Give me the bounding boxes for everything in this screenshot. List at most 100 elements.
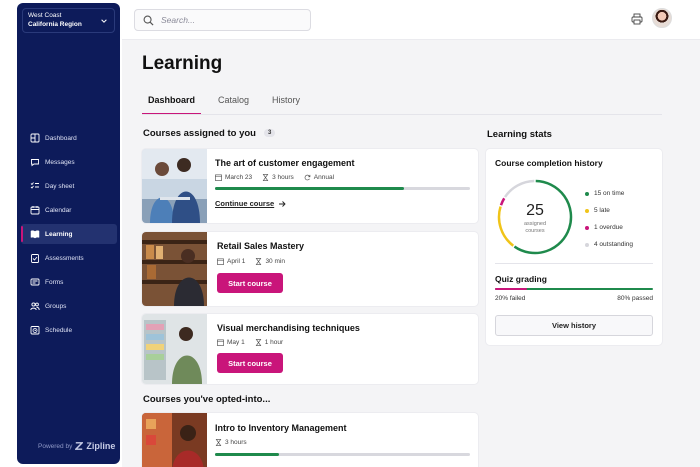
course-date: May 1 [217, 339, 245, 346]
course-title: The art of customer engagement [215, 158, 355, 168]
legend-item: 1 overdue [585, 219, 633, 236]
search-box[interactable] [134, 9, 311, 31]
course-duration-text: 1 hour [264, 339, 284, 346]
chat-bubble-icon [31, 159, 39, 167]
powered-by-brand: Zipline [86, 441, 116, 451]
calendar-icon [217, 339, 224, 346]
quiz-grading-title: Quiz grading [495, 274, 547, 284]
course-duration-text: 30 min [265, 258, 285, 265]
sidebar-item-label: Dashboard [45, 134, 77, 142]
quiz-failed-fill [495, 288, 527, 290]
region-selector[interactable]: West Coast California Region [22, 8, 115, 33]
course-thumbnail [142, 232, 207, 306]
start-course-button[interactable]: Start course [217, 353, 283, 373]
avatar[interactable] [652, 8, 672, 28]
calendar-icon [217, 258, 224, 265]
course-meta: April 1 30 min [217, 258, 295, 265]
clipboard-check-icon [31, 254, 39, 263]
course-thumbnail [142, 314, 207, 384]
sidebar-item-messages[interactable]: Messages [21, 152, 117, 172]
legend-swatch [585, 225, 589, 230]
legend-swatch [585, 242, 589, 247]
page-title: Learning [142, 53, 223, 74]
learning-stats-title: Learning stats [487, 129, 552, 140]
course-meta: 3 hours [215, 439, 257, 446]
sidebar-item-label: Learning [45, 230, 73, 238]
sidebar-item-label: Forms [45, 278, 64, 286]
arrow-right-icon [279, 200, 286, 207]
course-card[interactable]: Intro to Inventory Management 3 hours [142, 413, 478, 467]
donut-segment-3 [503, 179, 535, 198]
tab-bar: Dashboard Catalog History [142, 95, 317, 115]
chevron-down-icon [101, 19, 107, 23]
course-title: Intro to Inventory Management [215, 423, 347, 433]
sidebar: West Coast California Region Dashboard M… [17, 3, 120, 464]
course-duration-text: 3 hours [272, 174, 294, 181]
course-title: Visual merchandising techniques [217, 323, 360, 333]
tab-dashboard[interactable]: Dashboard [142, 95, 202, 115]
legend-swatch [585, 208, 589, 213]
top-bar [122, 0, 700, 40]
course-recurrence-text: Annual [313, 174, 335, 181]
tab-history[interactable]: History [266, 95, 306, 115]
course-date: March 23 [215, 174, 252, 181]
assigned-section-title: Courses assigned to you 3 [143, 128, 276, 139]
course-progress-fill [215, 453, 279, 456]
completion-donut-chart: 25 assigned courses [497, 179, 573, 255]
sidebar-item-forms[interactable]: Forms [21, 272, 117, 292]
opted-section-title: Courses you've opted-into... [143, 394, 271, 405]
course-card[interactable]: The art of customer engagement March 23 … [142, 149, 478, 223]
start-course-button[interactable]: Start course [217, 273, 283, 293]
repeat-icon [304, 174, 311, 181]
donut-segment-2 [499, 197, 506, 206]
quiz-grading-bar [495, 288, 653, 290]
course-date-text: March 23 [225, 174, 253, 181]
sidebar-item-label: Calendar [45, 206, 72, 214]
course-recurrence: Annual [304, 174, 334, 181]
dashboard-icon [30, 133, 40, 143]
sidebar-item-learning[interactable]: Learning [21, 224, 117, 244]
donut-segment-1 [497, 206, 515, 247]
legend-swatch [585, 191, 589, 196]
form-icon [30, 278, 40, 286]
sidebar-item-calendar[interactable]: Calendar [21, 200, 117, 220]
course-duration: 30 min [255, 258, 285, 265]
assigned-count-badge: 3 [263, 129, 276, 138]
zipline-logo-icon [75, 442, 84, 450]
course-card[interactable]: Visual merchandising techniques May 1 1 … [142, 314, 478, 384]
view-history-button[interactable]: View history [495, 315, 653, 336]
legend-item: 15 on time [585, 185, 633, 202]
users-icon [30, 302, 40, 311]
printer-icon[interactable] [631, 13, 643, 25]
course-card[interactable]: Retail Sales Mastery April 1 30 min Star… [142, 232, 478, 306]
hourglass-icon [255, 339, 261, 346]
continue-course-label: Continue course [215, 199, 275, 208]
course-date-text: April 1 [227, 258, 246, 265]
continue-course-link[interactable]: Continue course [215, 199, 286, 208]
sidebar-item-day-sheet[interactable]: Day sheet [21, 176, 117, 196]
donut-total-label-1: assigned [524, 221, 546, 227]
sidebar-item-assessments[interactable]: Assessments [21, 248, 117, 268]
search-icon [143, 15, 154, 26]
sidebar-item-label: Assessments [45, 254, 84, 262]
sidebar-item-label: Schedule [45, 326, 73, 334]
search-input[interactable] [161, 15, 301, 25]
hourglass-icon [262, 174, 269, 181]
sidebar-item-label: Groups [45, 302, 67, 310]
hourglass-icon [256, 258, 262, 265]
quiz-failed-label: 20% failed [495, 295, 526, 302]
course-meta: March 23 3 hours Annual [215, 174, 344, 181]
completion-legend: 15 on time 5 late 1 overdue 4 outstandin… [585, 185, 633, 253]
sidebar-item-label: Messages [45, 158, 75, 166]
legend-item: 4 outstanding [585, 236, 633, 253]
legend-label: 1 overdue [594, 224, 623, 231]
course-duration: 3 hours [215, 439, 247, 446]
donut-total-label-2: courses [525, 228, 545, 234]
sidebar-item-schedule[interactable]: Schedule [21, 320, 117, 340]
sidebar-item-groups[interactable]: Groups [21, 296, 117, 316]
tab-catalog[interactable]: Catalog [212, 95, 255, 115]
powered-by: Powered by Zipline [38, 441, 115, 451]
sidebar-item-dashboard[interactable]: Dashboard [21, 128, 117, 148]
open-book-icon [30, 230, 40, 239]
course-title: Retail Sales Mastery [217, 241, 305, 251]
